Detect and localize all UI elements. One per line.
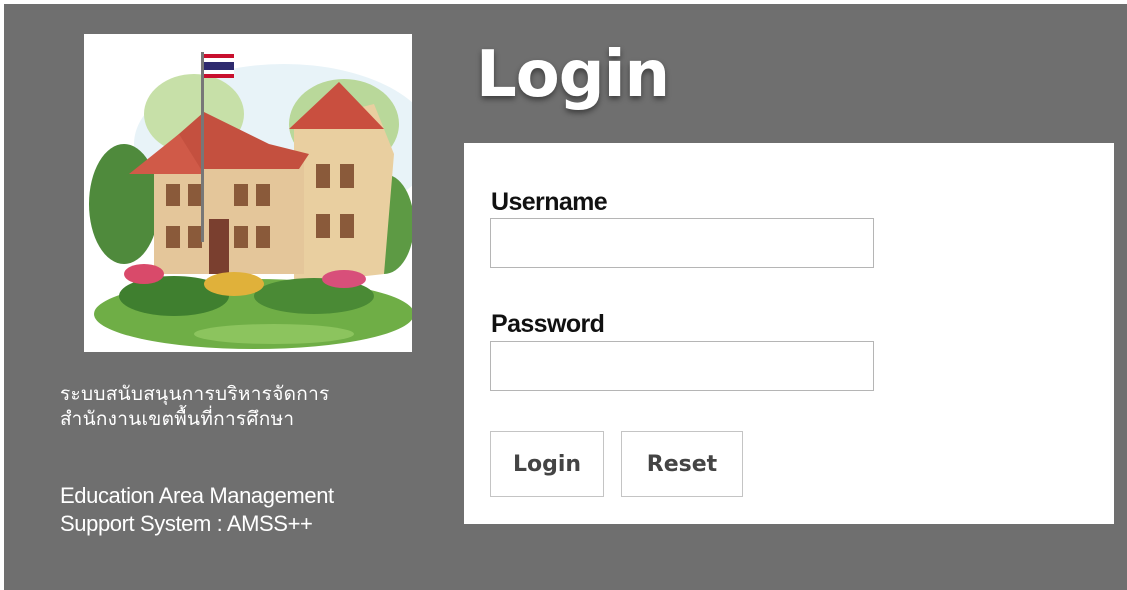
system-description-english-line-2: Support System : AMSS++ bbox=[60, 511, 313, 536]
page-title: Login bbox=[476, 38, 670, 112]
system-description-thai-line-1: ระบบสนับสนุนการบริหารจัดการ bbox=[60, 383, 330, 405]
system-description-english: Education Area Management Support System… bbox=[60, 482, 460, 538]
system-description-thai-line-2: สำนักงานเขตพื้นที่การศึกษา bbox=[60, 408, 295, 430]
username-input[interactable] bbox=[490, 218, 874, 268]
login-form-panel: Username Password Login Reset bbox=[464, 143, 1114, 524]
system-description-english-line-1: Education Area Management bbox=[60, 483, 334, 508]
school-building-illustration bbox=[84, 34, 412, 352]
school-building-image bbox=[84, 34, 412, 352]
login-page: ระบบสนับสนุนการบริหารจัดการ สำนักงานเขตพ… bbox=[4, 4, 1127, 590]
username-label: Username bbox=[491, 188, 608, 216]
login-button[interactable]: Login bbox=[490, 431, 604, 497]
password-label: Password bbox=[491, 310, 605, 338]
system-description-thai: ระบบสนับสนุนการบริหารจัดการ สำนักงานเขตพ… bbox=[60, 382, 460, 432]
reset-button[interactable]: Reset bbox=[621, 431, 743, 497]
password-input[interactable] bbox=[490, 341, 874, 391]
